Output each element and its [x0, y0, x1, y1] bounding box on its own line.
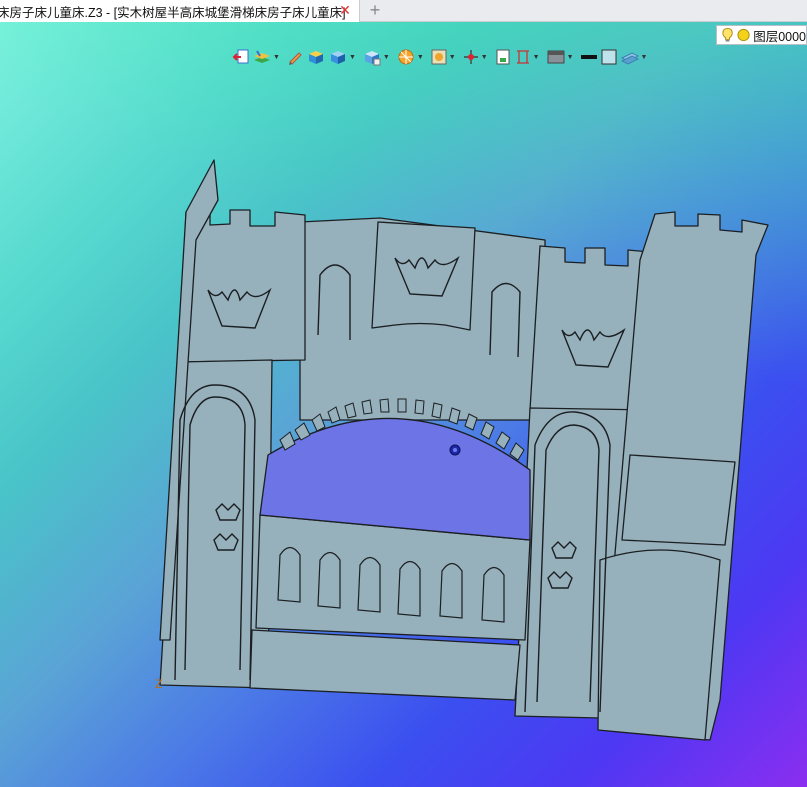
page-button[interactable]: [494, 47, 512, 67]
view-cube-button[interactable]: ▼: [362, 47, 394, 67]
frame-button[interactable]: ▼: [430, 47, 460, 67]
fill-color-icon: [601, 49, 616, 65]
castle-bed-model[interactable]: Z: [0, 22, 807, 787]
close-icon[interactable]: ✕: [337, 2, 353, 18]
line-color-icon: [580, 55, 597, 59]
chevron-down-icon[interactable]: ▼: [567, 54, 574, 61]
shaded-cube-button[interactable]: ▼: [328, 47, 360, 67]
axis-icon: [463, 50, 478, 64]
solid-box-icon: [308, 51, 323, 64]
chevron-down-icon[interactable]: ▼: [641, 54, 648, 61]
axis-z-label: Z: [155, 677, 162, 691]
display-mode-button[interactable]: ▼: [546, 47, 578, 67]
document-tab[interactable]: 床房子床儿童床.Z3 - [实木树屋半高床城堡滑梯床房子床儿童床] ✕: [0, 0, 360, 22]
chevron-down-icon[interactable]: ▼: [417, 54, 424, 61]
exit-icon: [232, 49, 249, 64]
plane-icon: [620, 52, 639, 65]
chevron-down-icon[interactable]: ▼: [349, 54, 356, 61]
pencil-button[interactable]: [286, 47, 304, 67]
fill-color-button[interactable]: [600, 47, 618, 67]
page-icon: [496, 49, 510, 65]
dimension-icon: [516, 50, 529, 64]
view-toolbar: ▼ ▼ ▼ ▼ ▼ ▼ ▼ ▼ ▼: [232, 46, 651, 68]
chevron-down-icon[interactable]: ▼: [273, 54, 280, 61]
chevron-down-icon[interactable]: ▼: [481, 54, 488, 61]
dimension-button[interactable]: ▼: [514, 47, 544, 67]
view-cube-icon: [364, 51, 381, 66]
frame-icon: [431, 49, 447, 65]
new-tab-button[interactable]: +: [366, 0, 384, 22]
layers-stack-icon: [254, 50, 270, 63]
display-mode-icon: [547, 50, 565, 64]
layer-selector[interactable]: 图层0000: [716, 25, 807, 45]
plane-button[interactable]: ▼: [620, 47, 652, 67]
shaded-cube-icon: [330, 51, 345, 64]
3d-viewport[interactable]: Z ▼ ▼ ▼ ▼ ▼ ▼ ▼ ▼ ▼ 图层0000: [0, 22, 807, 787]
layer-color-icon[interactable]: [737, 28, 750, 42]
render-sphere-icon: [398, 49, 414, 65]
tab-title: 床房子床儿童床.Z3 - [实木树屋半高床城堡滑梯床房子床儿童床]: [0, 5, 346, 20]
chevron-down-icon[interactable]: ▼: [533, 54, 540, 61]
chevron-down-icon[interactable]: ▼: [449, 54, 456, 61]
axis-button[interactable]: ▼: [462, 47, 492, 67]
layers-stack-button[interactable]: ▼: [252, 47, 284, 67]
lightbulb-icon[interactable]: [721, 27, 734, 43]
pencil-icon: [288, 52, 302, 65]
render-sphere-button[interactable]: ▼: [396, 47, 428, 67]
exit-button[interactable]: [232, 47, 250, 67]
line-color-button[interactable]: [580, 47, 598, 67]
chevron-down-icon[interactable]: ▼: [383, 54, 390, 61]
layer-name: 图层0000: [753, 29, 806, 44]
tab-bar: 床房子床儿童床.Z3 - [实木树屋半高床城堡滑梯床房子床儿童床] ✕ +: [0, 0, 807, 22]
solid-box-button[interactable]: [306, 47, 326, 67]
